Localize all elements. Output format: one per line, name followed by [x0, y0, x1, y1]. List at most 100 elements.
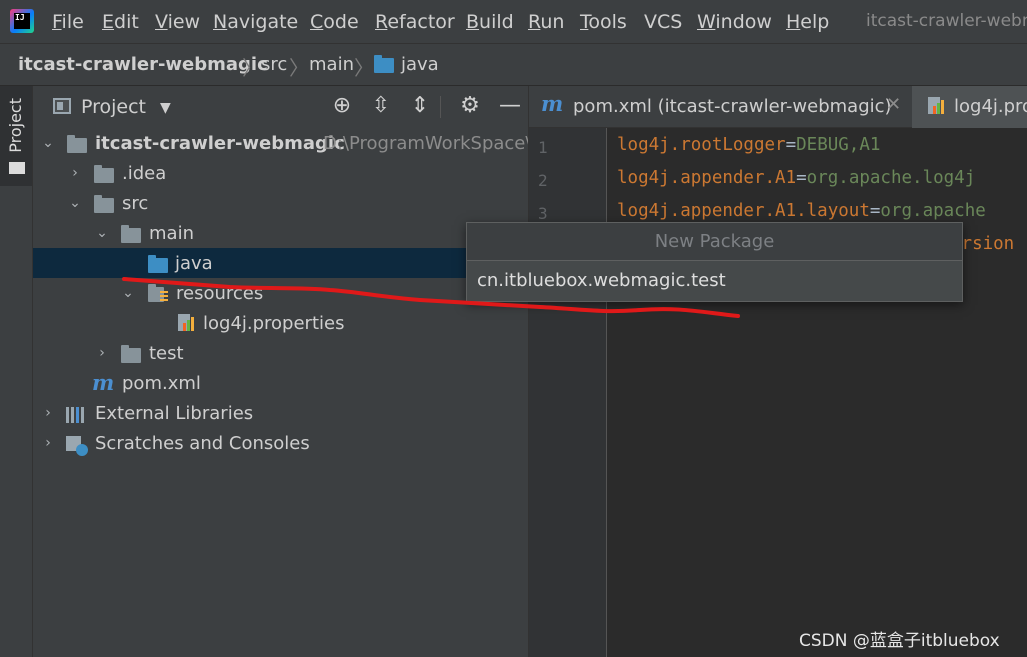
dialog-title: New Package	[654, 231, 775, 252]
chevron-down-icon[interactable]: ▼	[160, 100, 171, 116]
line-number: 1	[538, 138, 548, 157]
tab-log4j-properties[interactable]: log4j.pro	[912, 86, 1027, 128]
menu-refactor[interactable]: Refactor	[375, 11, 455, 33]
logo-text: IJ	[14, 13, 30, 29]
menu-window[interactable]: Window	[697, 11, 772, 33]
breadcrumb-main[interactable]: main	[309, 54, 354, 75]
intellij-logo-icon[interactable]: IJ	[10, 9, 34, 33]
code-line[interactable]: log4j.appender.A1.layout=org.apache	[617, 201, 986, 221]
source-folder-icon	[374, 55, 394, 73]
breadcrumb-separator-icon: 〉	[242, 56, 262, 80]
menu-edit[interactable]: Edit	[102, 11, 139, 33]
menu-help[interactable]: Help	[786, 11, 829, 33]
breadcrumb-src[interactable]: src	[261, 54, 287, 75]
project-panel: Project ▼ ⊕ ⇳ ⇕ ⚙ — ⌄ itcast-crawler-web…	[33, 86, 532, 657]
expand-all-icon[interactable]: ⇳	[369, 94, 393, 118]
breadcrumb: itcast-crawler-webmagic 〉 src 〉 main 〉 j…	[0, 43, 1027, 86]
locate-icon[interactable]: ⊕	[330, 94, 354, 118]
tab-label: pom.xml (itcast-crawler-webmagic)	[573, 96, 892, 117]
line-number-gutter: 1 2 3	[529, 128, 607, 657]
breadcrumb-project[interactable]: itcast-crawler-webmagic	[18, 54, 268, 75]
hide-icon[interactable]: —	[498, 94, 522, 118]
chevron-right-icon[interactable]: ›	[95, 345, 109, 361]
module-folder-icon	[67, 135, 87, 153]
folder-icon	[9, 162, 25, 174]
package-name-input[interactable]: cn.itbluebox.webmagic.test	[467, 260, 962, 301]
chevron-down-icon[interactable]: ⌄	[41, 135, 55, 151]
tree-label: .idea	[122, 163, 167, 184]
project-tool-tab[interactable]: Project	[0, 86, 32, 186]
tree-label: External Libraries	[95, 403, 254, 424]
menu-navigate[interactable]: Navigate	[213, 11, 298, 33]
scratches-icon	[66, 436, 88, 456]
new-package-dialog: New Package cn.itbluebox.webmagic.test	[466, 222, 963, 302]
tree-label: resources	[176, 283, 264, 304]
project-panel-header: Project ▼ ⊕ ⇳ ⇕ ⚙ —	[33, 86, 528, 128]
breadcrumb-java[interactable]: java	[401, 54, 439, 75]
tree-item-external-libraries[interactable]: › External Libraries	[33, 398, 528, 428]
tree-path: D:\ProgramWorkSpace\	[323, 133, 532, 154]
project-view-icon	[53, 98, 71, 114]
tree-label: java	[175, 253, 213, 274]
tree-item-java[interactable]: java	[33, 248, 528, 278]
collapse-all-icon[interactable]: ⇕	[408, 94, 432, 118]
libraries-icon	[66, 407, 88, 423]
tool-window-strip: Project	[0, 86, 33, 657]
tab-label: log4j.pro	[954, 96, 1027, 117]
tree-item-test[interactable]: › test	[33, 338, 528, 368]
line-number: 3	[538, 204, 548, 223]
menu-view[interactable]: View	[155, 11, 200, 33]
chevron-right-icon[interactable]: ›	[68, 165, 82, 181]
tree-label: itcast-crawler-webmagic	[95, 133, 345, 154]
editor: m pom.xml (itcast-crawler-webmagic) ✕ lo…	[528, 86, 1027, 657]
properties-file-icon	[178, 314, 194, 332]
folder-icon	[94, 195, 114, 213]
properties-file-icon	[928, 97, 944, 115]
menu-run[interactable]: Run	[528, 11, 564, 33]
menu-bar: IJ File Edit View Navigate Code Refactor…	[0, 0, 1027, 43]
chevron-down-icon[interactable]: ⌄	[121, 285, 135, 301]
editor-tabs: m pom.xml (itcast-crawler-webmagic) ✕ lo…	[529, 86, 1027, 128]
tab-pom-xml[interactable]: m pom.xml (itcast-crawler-webmagic) ✕	[529, 86, 910, 128]
code-line[interactable]: log4j.appender.A1=org.apache.log4j	[617, 168, 975, 188]
tree-item-main[interactable]: ⌄ main	[33, 218, 528, 248]
source-folder-icon	[148, 255, 168, 273]
tree-label: log4j.properties	[203, 313, 345, 334]
maven-icon: m	[92, 370, 115, 395]
breadcrumb-separator-icon: 〉	[289, 56, 309, 80]
menu-vcs[interactable]: VCS	[644, 11, 682, 33]
tree-item-resources[interactable]: ⌄ resources	[33, 278, 528, 308]
line-number: 2	[538, 171, 548, 190]
tree-item-scratches[interactable]: › Scratches and Consoles	[33, 428, 528, 458]
breadcrumb-separator-icon: 〉	[354, 56, 374, 80]
project-panel-title[interactable]: Project	[81, 96, 146, 118]
close-icon[interactable]: ✕	[886, 94, 901, 115]
folder-icon	[121, 345, 141, 363]
tree-label: main	[149, 223, 194, 244]
tree-label: test	[149, 343, 184, 364]
chevron-down-icon[interactable]: ⌄	[68, 195, 82, 211]
chevron-right-icon[interactable]: ›	[41, 435, 55, 451]
tree-item-pom[interactable]: m pom.xml	[33, 368, 528, 398]
gear-icon[interactable]: ⚙	[458, 94, 482, 118]
folder-icon	[94, 165, 114, 183]
menu-tools[interactable]: Tools	[580, 11, 627, 33]
watermark: CSDN @蓝盒子itbluebox	[799, 631, 1000, 651]
tree-item-idea[interactable]: › .idea	[33, 158, 528, 188]
project-tool-label: Project	[6, 98, 25, 153]
menu-file[interactable]: File	[52, 11, 84, 33]
code-line[interactable]: log4j.rootLogger=DEBUG,A1	[617, 135, 880, 155]
menu-build[interactable]: Build	[466, 11, 514, 33]
tree-item-log4j-properties[interactable]: log4j.properties	[33, 308, 528, 338]
menu-code[interactable]: Code	[310, 11, 359, 33]
tree-label: src	[122, 193, 149, 214]
tree-label: Scratches and Consoles	[95, 433, 310, 454]
folder-icon	[121, 225, 141, 243]
tree-item-root[interactable]: ⌄ itcast-crawler-webmagic D:\ProgramWork…	[33, 128, 532, 158]
divider	[440, 96, 441, 118]
tree-label: pom.xml	[122, 373, 201, 394]
chevron-right-icon[interactable]: ›	[41, 405, 55, 421]
chevron-down-icon[interactable]: ⌄	[95, 225, 109, 241]
tree-item-src[interactable]: ⌄ src	[33, 188, 528, 218]
window-title: itcast-crawler-webmagic	[866, 11, 1027, 31]
